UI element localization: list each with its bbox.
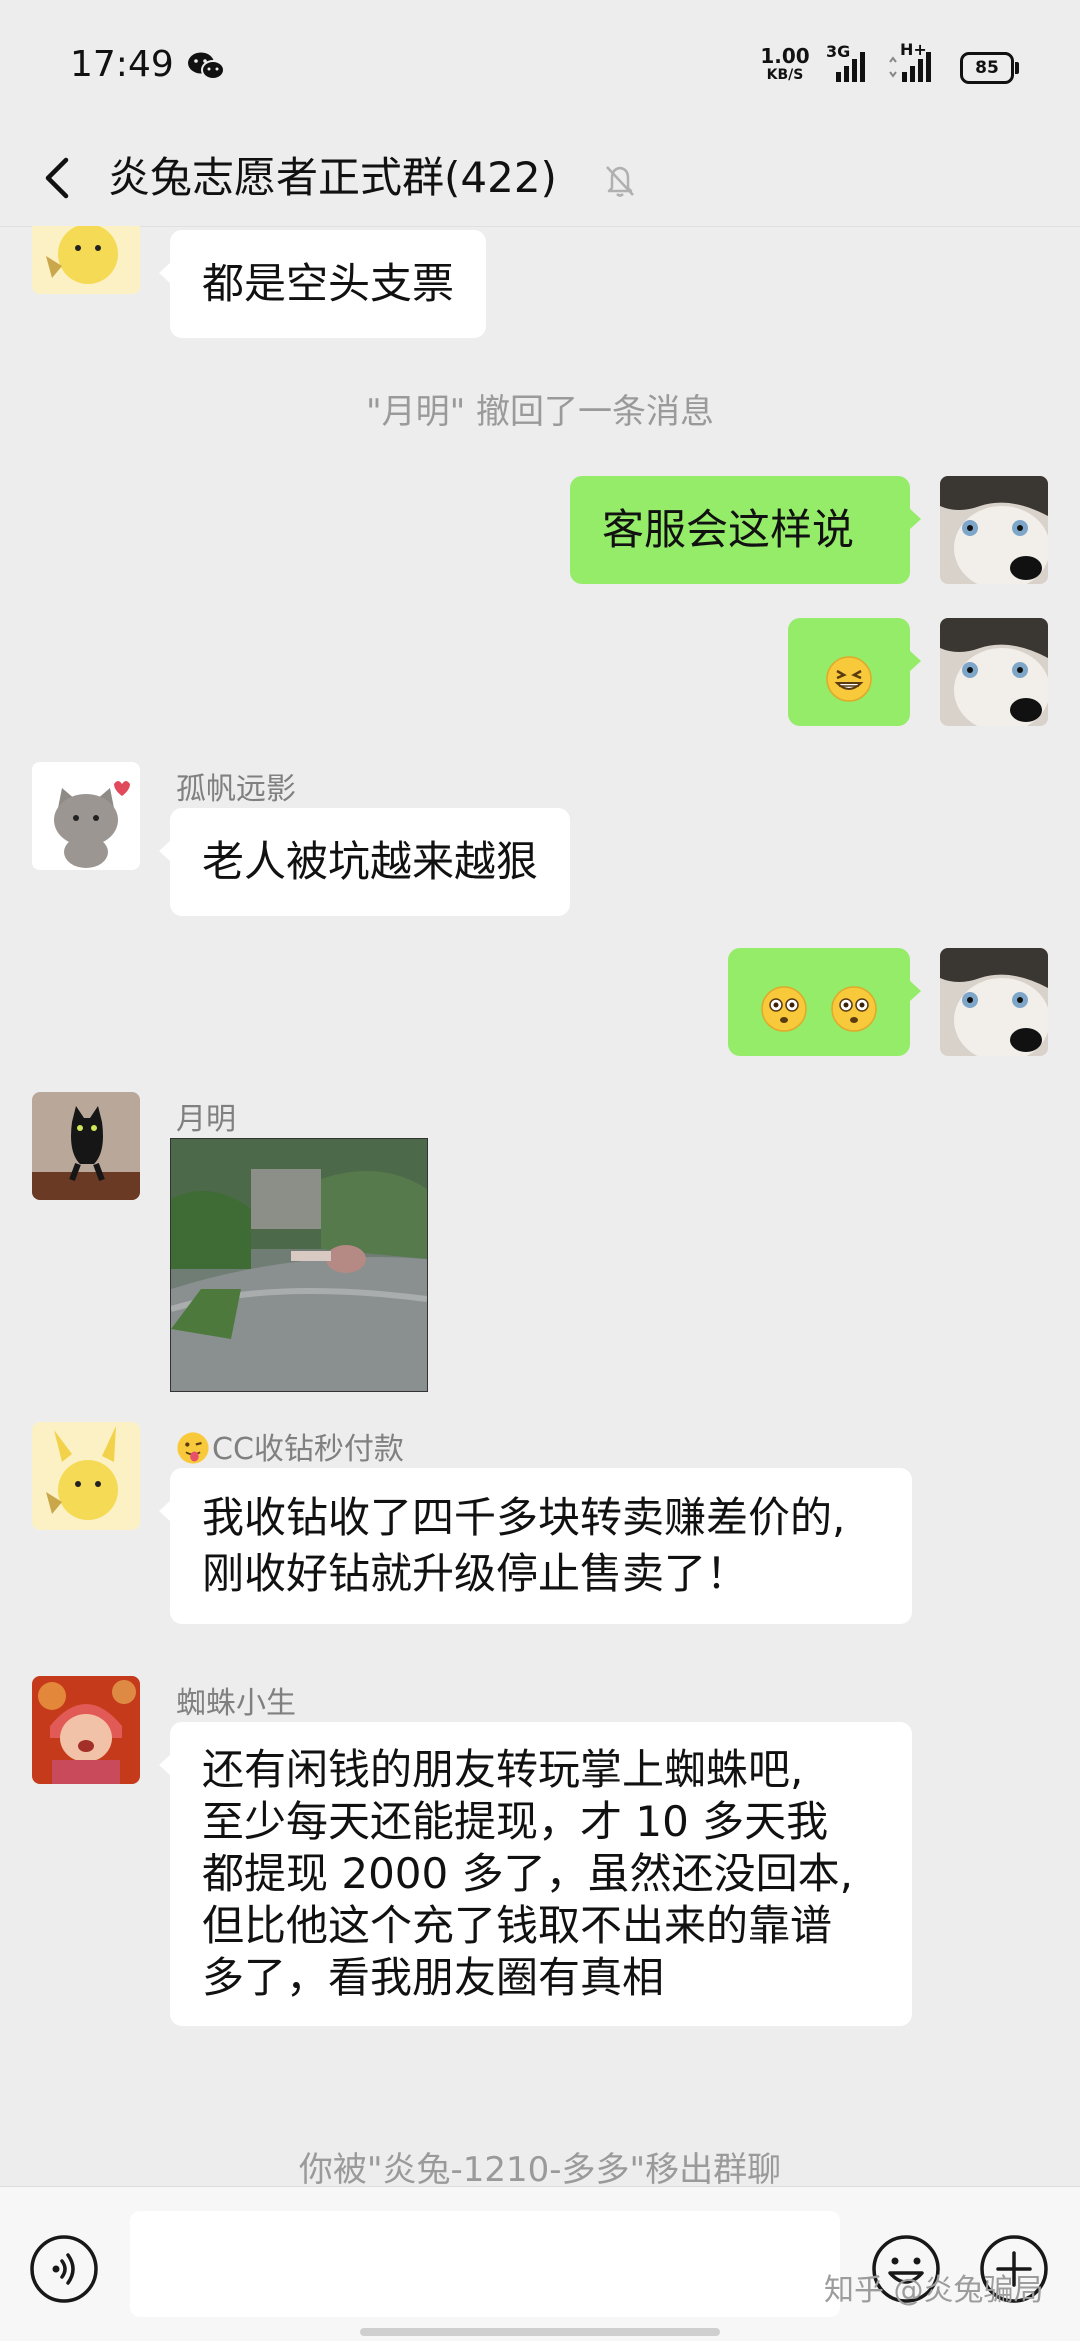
chat-message-list[interactable]: 都是空头支票 "月明" 撤回了一条消息 客服会这样说 孤帆远影 老人被坑越来越狠… (0, 226, 1080, 2186)
status-bar: 17:49 1.00 KB/S 3G H+ 85 (0, 0, 1080, 130)
message-bubble[interactable]: 我收钻收了四千多块转卖赚差价的, 刚收好钻就升级停止售卖了！ (159, 1468, 912, 1624)
chat-header: 炎兔志愿者正式群(422) (0, 130, 1080, 227)
my-message-bubble[interactable]: 客服会这样说 (570, 476, 921, 584)
flushed-emoji (830, 985, 877, 1032)
avatar-black-cat[interactable] (32, 1092, 140, 1200)
signal-bars-icon (836, 52, 865, 82)
network-speed: 1.00 KB/S (760, 44, 810, 83)
message-line: 都提现 2000 多了，虽然还没回本, (202, 1849, 853, 1898)
grinning-squint-emoji (826, 655, 872, 702)
flushed-emoji (761, 985, 808, 1032)
avatar-husky[interactable] (940, 948, 1048, 1056)
avatar-husky[interactable] (940, 618, 1048, 726)
avatar-pikachu[interactable] (32, 226, 140, 294)
message-input[interactable] (130, 2211, 840, 2317)
message-bubble[interactable]: 都是空头支票 (158, 230, 487, 338)
system-notice-recall: "月明" 撤回了一条消息 (365, 392, 715, 432)
input-bar (0, 2186, 1080, 2341)
wechat-icon (188, 52, 225, 80)
message-line: 至少每天还能提现，才 10 多天我 (202, 1797, 829, 1846)
shared-image[interactable] (170, 1138, 428, 1392)
message-line: 还有闲钱的朋友转玩掌上蜘蛛吧, (202, 1745, 804, 1794)
status-time: 17:49 (70, 44, 174, 85)
street-photo-image (171, 1139, 427, 1391)
tongue-emoji (177, 1432, 209, 1464)
my-emoji-bubble[interactable] (728, 948, 921, 1056)
my-emoji-bubble[interactable] (788, 618, 921, 726)
watermark: 知乎 @炎兔骗局 (824, 2273, 1044, 2308)
bell-mute-icon (606, 166, 634, 197)
message-line: 但比他这个充了钱取不出来的靠谱 (202, 1901, 833, 1950)
avatar-husky[interactable] (940, 476, 1048, 584)
sender-name: 孤帆远影 (176, 772, 296, 807)
chat-title[interactable]: 炎兔志愿者正式群(422) (108, 146, 557, 210)
voice-icon[interactable] (28, 2233, 100, 2305)
home-indicator[interactable] (360, 2328, 720, 2336)
message-bubble[interactable]: 还有闲钱的朋友转玩掌上蜘蛛吧, 至少每天还能提现，才 10 多天我 都提现 20… (159, 1722, 912, 2026)
message-line: 多了，看我朋友圈有真相 (202, 1953, 665, 2002)
message-line: 刚收好钻就升级停止售卖了！ (202, 1549, 749, 1598)
avatar-baby[interactable] (32, 1676, 140, 1784)
system-notice-removed: 你被"炎兔-1210-多多"移出群聊 (298, 2150, 782, 2186)
message-bubble[interactable]: 老人被坑越来越狠 (158, 808, 571, 916)
sender-name: 蜘蛛小生 (176, 1686, 296, 1721)
sender-name: CC收钻秒付款 (176, 1424, 404, 1468)
back-arrow-icon[interactable] (30, 146, 90, 210)
message-line: 我收钻收了四千多块转卖赚差价的, (202, 1493, 846, 1542)
signal-bars-2-icon (889, 52, 931, 82)
avatar-pikachu[interactable] (32, 1422, 140, 1530)
battery-indicator: 85 (960, 52, 1019, 84)
sender-name: 月明 (176, 1102, 236, 1137)
avatar-cat-cartoon[interactable] (32, 762, 140, 870)
